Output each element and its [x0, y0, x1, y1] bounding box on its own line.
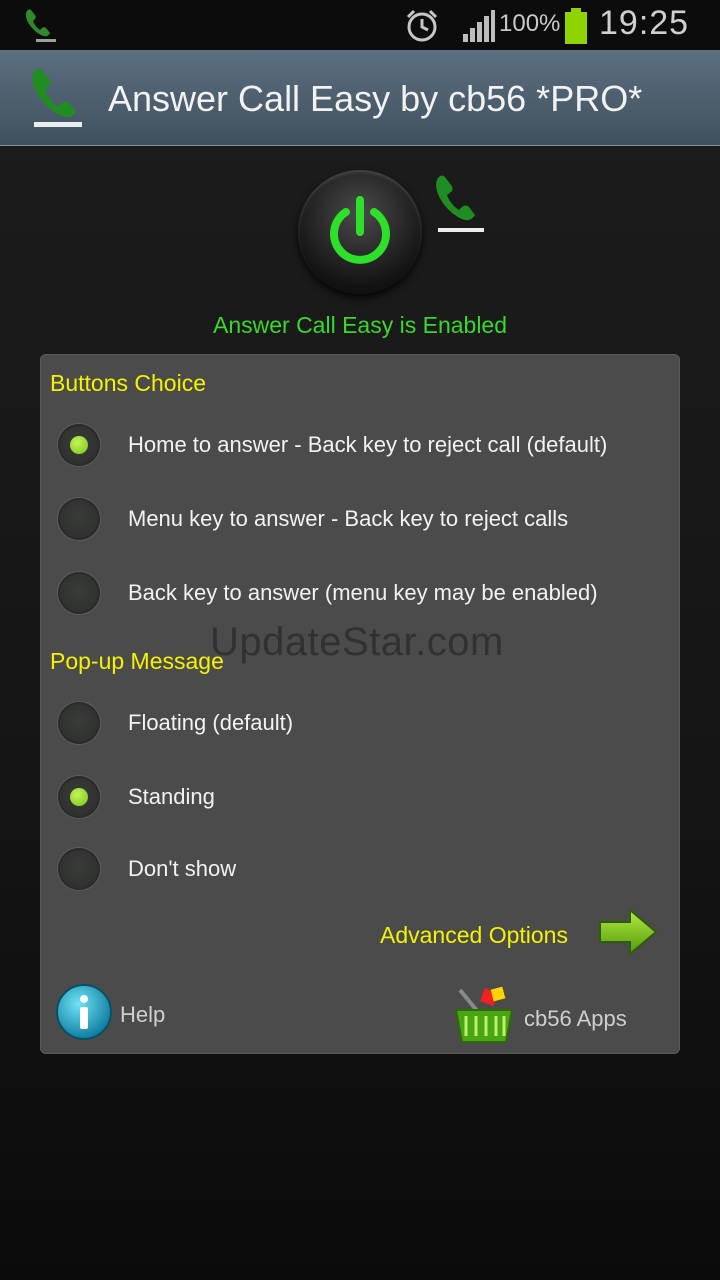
radio-button[interactable]: [58, 424, 100, 466]
battery-icon: [564, 8, 588, 49]
radio-button[interactable]: [58, 776, 100, 818]
option-standing[interactable]: Standing: [58, 774, 678, 824]
option-label: Back key to answer (menu key may be enab…: [128, 580, 598, 605]
radio-selected-dot: [70, 436, 88, 454]
radio-button[interactable]: [58, 572, 100, 614]
popup-message-title: Pop-up Message: [50, 648, 224, 674]
option-dont-show[interactable]: Don't show: [58, 846, 678, 896]
option-menu-to-answer[interactable]: Menu key to answer - Back key to reject …: [58, 496, 678, 546]
enabled-status-text: Answer Call Easy is Enabled: [212, 312, 508, 338]
power-icon: [330, 196, 390, 264]
phone-icon: [22, 6, 58, 49]
buttons-choice-title: Buttons Choice: [50, 370, 206, 396]
option-label: Don't show: [128, 856, 237, 881]
settings-panel: Buttons Choice Home to answer - Back key…: [40, 354, 680, 1054]
option-label: Menu key to answer - Back key to reject …: [128, 506, 569, 531]
app-title: Answer Call Easy by cb56 *PRO*: [108, 78, 643, 119]
radio-button[interactable]: [58, 702, 100, 744]
app-bar: Answer Call Easy by cb56 *PRO*: [0, 50, 720, 146]
option-back-to-answer[interactable]: Back key to answer (menu key may be enab…: [58, 570, 678, 620]
cb56-apps-link[interactable]: cb56 Apps: [524, 1006, 627, 1032]
power-toggle-button[interactable]: [298, 170, 422, 294]
radio-button[interactable]: [58, 848, 100, 890]
option-label: Floating (default): [128, 710, 294, 735]
phone-status-icon: [432, 172, 486, 243]
option-label: Home to answer - Back key to reject call…: [128, 432, 608, 457]
option-label: Standing: [128, 784, 215, 809]
option-floating[interactable]: Floating (default): [58, 700, 678, 750]
advanced-options-link[interactable]: Advanced Options: [380, 922, 568, 949]
arrow-right-icon[interactable]: [598, 906, 660, 967]
basket-icon[interactable]: [452, 982, 516, 1051]
signal-icon: [461, 10, 495, 47]
status-bar: 100% 19:25: [0, 0, 720, 50]
phone-handset-icon: [28, 64, 88, 135]
help-link[interactable]: Help: [120, 1002, 165, 1028]
radio-button[interactable]: [58, 498, 100, 540]
watermark: UpdateStar.com: [210, 620, 504, 664]
info-icon[interactable]: [54, 982, 114, 1047]
alarm-icon: [404, 8, 440, 49]
radio-selected-dot: [70, 788, 88, 806]
battery-percentage: 100%: [499, 10, 561, 37]
clock: 19:25: [599, 4, 690, 42]
option-home-to-answer[interactable]: Home to answer - Back key to reject call…: [58, 422, 678, 472]
